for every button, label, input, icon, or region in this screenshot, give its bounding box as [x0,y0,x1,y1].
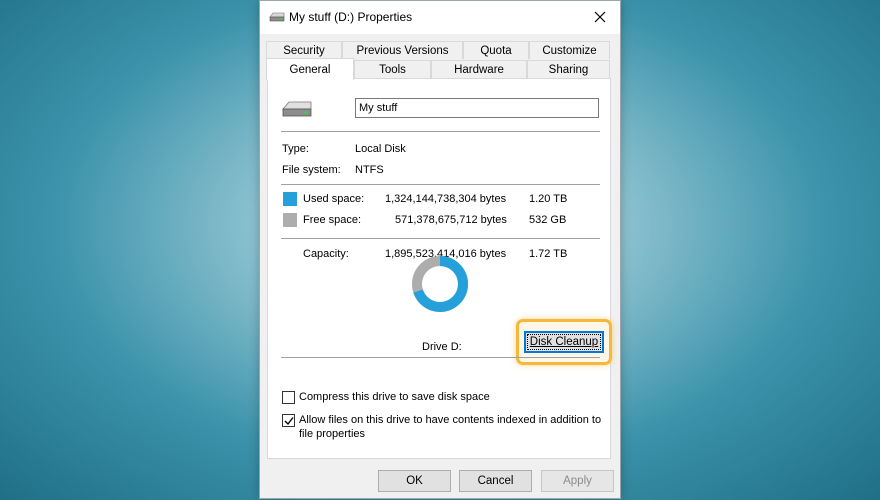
properties-dialog: My stuff (D:) Properties Security Previo… [259,0,621,499]
tab-sharing[interactable]: Sharing [527,60,610,78]
capacity-label: Capacity: [303,248,349,260]
title-bar: My stuff (D:) Properties [260,1,620,34]
separator [281,184,600,185]
used-space-label: Used space: [303,193,365,205]
tab-previous-versions[interactable]: Previous Versions [342,41,463,59]
compress-label: Compress this drive to save disk space [299,391,490,403]
file-system-label: File system: [282,164,341,176]
checkmark-icon [284,416,294,425]
tab-row-bottom: General Tools Hardware Sharing [266,58,610,80]
general-panel: Type: Local Disk File system: NTFS Used … [267,78,612,459]
compress-checkbox[interactable] [282,391,295,404]
tab-quota[interactable]: Quota [463,41,529,59]
disk-cleanup-label: Disk Cleanup [526,334,602,350]
tab-security[interactable]: Security [266,41,342,59]
file-system-value: NTFS [355,164,384,176]
index-label-line2: file properties [299,428,366,440]
free-space-bytes: 571,378,675,712 bytes [395,214,507,226]
ok-button[interactable]: OK [378,470,451,492]
free-space-size: 532 GB [529,214,567,226]
apply-button[interactable]: Apply [541,470,614,492]
window-title: My stuff (D:) Properties [289,10,413,24]
tab-row-top: Security Previous Versions Quota Customi… [266,41,610,59]
drive-name-input[interactable] [355,98,599,118]
separator [281,131,600,132]
drive-icon [282,101,312,117]
used-space-bytes: 1,324,144,738,304 bytes [385,193,507,205]
drive-icon [269,12,285,22]
used-space-size: 1.20 TB [529,193,568,205]
close-button[interactable] [580,1,620,33]
type-value: Local Disk [355,143,406,155]
tab-customize[interactable]: Customize [529,41,610,59]
close-icon [594,11,606,23]
separator [281,238,600,239]
free-space-swatch [283,213,297,227]
index-checkbox[interactable] [282,414,295,427]
tab-general[interactable]: General [266,58,354,80]
usage-donut-chart [412,256,468,312]
tab-hardware[interactable]: Hardware [431,60,527,78]
separator [281,357,600,358]
cancel-button[interactable]: Cancel [459,470,532,492]
disk-cleanup-button[interactable]: Disk Cleanup [524,331,604,353]
tab-tools[interactable]: Tools [354,60,431,78]
index-label-line1: Allow files on this drive to have conten… [299,414,602,426]
free-space-label: Free space: [303,214,362,226]
used-space-swatch [283,192,297,206]
drive-letter-label: Drive D: [422,341,462,353]
type-label: Type: [282,143,309,155]
capacity-size: 1.72 TB [529,248,568,260]
